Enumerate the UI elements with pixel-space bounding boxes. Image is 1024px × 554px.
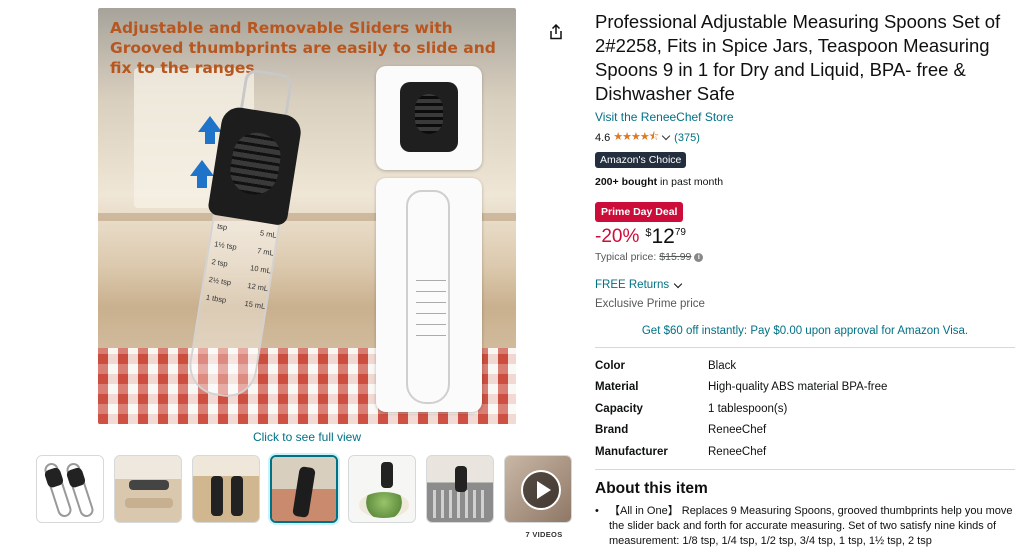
videos-count-label: 7 VIDEOS <box>525 530 563 539</box>
spoon-mark: tsp 5 mL <box>216 221 278 240</box>
product-details: Professional Adjustable Measuring Spoons… <box>595 10 1015 549</box>
product-title: Professional Adjustable Measuring Spoons… <box>595 11 1001 104</box>
inset-slider-closeup <box>376 66 482 170</box>
chevron-down-icon[interactable] <box>661 131 671 141</box>
main-product-image[interactable]: Adjustable and Removable Sliders with Gr… <box>98 8 516 424</box>
divider <box>595 347 1015 348</box>
about-bullet: • 【All in One】 Replaces 9 Measuring Spoo… <box>595 504 1013 547</box>
thumbnail-7-video[interactable] <box>504 455 572 523</box>
thumbnail-5[interactable] <box>348 455 416 523</box>
spoon-mark: 2½ tsp 12 mL <box>208 274 269 294</box>
chevron-down-icon <box>673 279 683 288</box>
about-this-item-heading: About this item <box>595 479 708 497</box>
visa-offer-link[interactable]: Get $60 off instantly: Pay $0.00 upon ap… <box>595 325 1015 337</box>
price: $ 12 79 <box>645 225 686 248</box>
bought-in-past-month: 200+ bought in past month <box>595 176 724 188</box>
spoon-mark: 2 tsp 10 mL <box>210 257 272 276</box>
free-returns-link[interactable]: FREE Returns <box>595 279 1015 291</box>
rating-value: 4.6 <box>595 131 611 144</box>
prime-day-deal-badge: Prime Day Deal <box>595 202 684 222</box>
thumbnail-3[interactable] <box>192 455 260 523</box>
spec-row: Material High-quality ABS material BPA-fr… <box>595 381 888 394</box>
product-specs-table: Color Black Material High-quality ABS mate… <box>595 355 1015 463</box>
price-row: -20% $ 12 79 <box>595 226 1015 248</box>
store-link[interactable]: Visit the ReneeChef Store <box>595 110 1015 124</box>
exclusive-prime-price: Exclusive Prime price <box>595 298 705 310</box>
thumbnail-strip <box>36 455 572 523</box>
spec-row: Capacity 1 tablespoon(s) <box>595 402 788 415</box>
divider <box>595 468 1015 470</box>
spec-row: Brand ReneeChef <box>595 424 767 437</box>
inset-clear-spoon <box>376 178 482 412</box>
discount-percent: -20% <box>595 226 640 247</box>
thumbnail-6[interactable] <box>426 455 494 523</box>
thumbnail-4-selected[interactable] <box>270 455 338 523</box>
share-icon[interactable] <box>548 24 564 40</box>
typical-price: Typical price: $15.99 i <box>595 251 1015 263</box>
rating-count-link[interactable]: (375) <box>674 132 700 144</box>
play-icon <box>521 470 561 510</box>
spoon-mark: 1 tbsp 15 mL <box>205 292 266 311</box>
thumbnail-2[interactable] <box>114 455 182 523</box>
spoon-mark: 1½ tsp 7 mL <box>213 239 275 258</box>
amazons-choice-badge: Amazon's Choice <box>595 152 687 168</box>
click-to-see-full-view-link[interactable]: Click to see full view <box>98 430 516 444</box>
spoon-clear-body: tsp 5 mL 1½ tsp 7 mL 2 tsp 10 mL 2½ tsp 12 m… <box>185 212 281 402</box>
spec-row: Manufacturer ReneeChef <box>595 445 767 458</box>
info-icon[interactable]: i <box>694 252 704 262</box>
thumbnail-1[interactable] <box>36 455 104 523</box>
rating-row: 4.6 ★★★★⯪ (375) <box>595 128 1015 147</box>
spoon-slider-grip <box>207 105 304 227</box>
star-rating-icon[interactable]: ★★★★⯪ <box>613 128 659 147</box>
spec-row: Color Black <box>595 359 737 372</box>
